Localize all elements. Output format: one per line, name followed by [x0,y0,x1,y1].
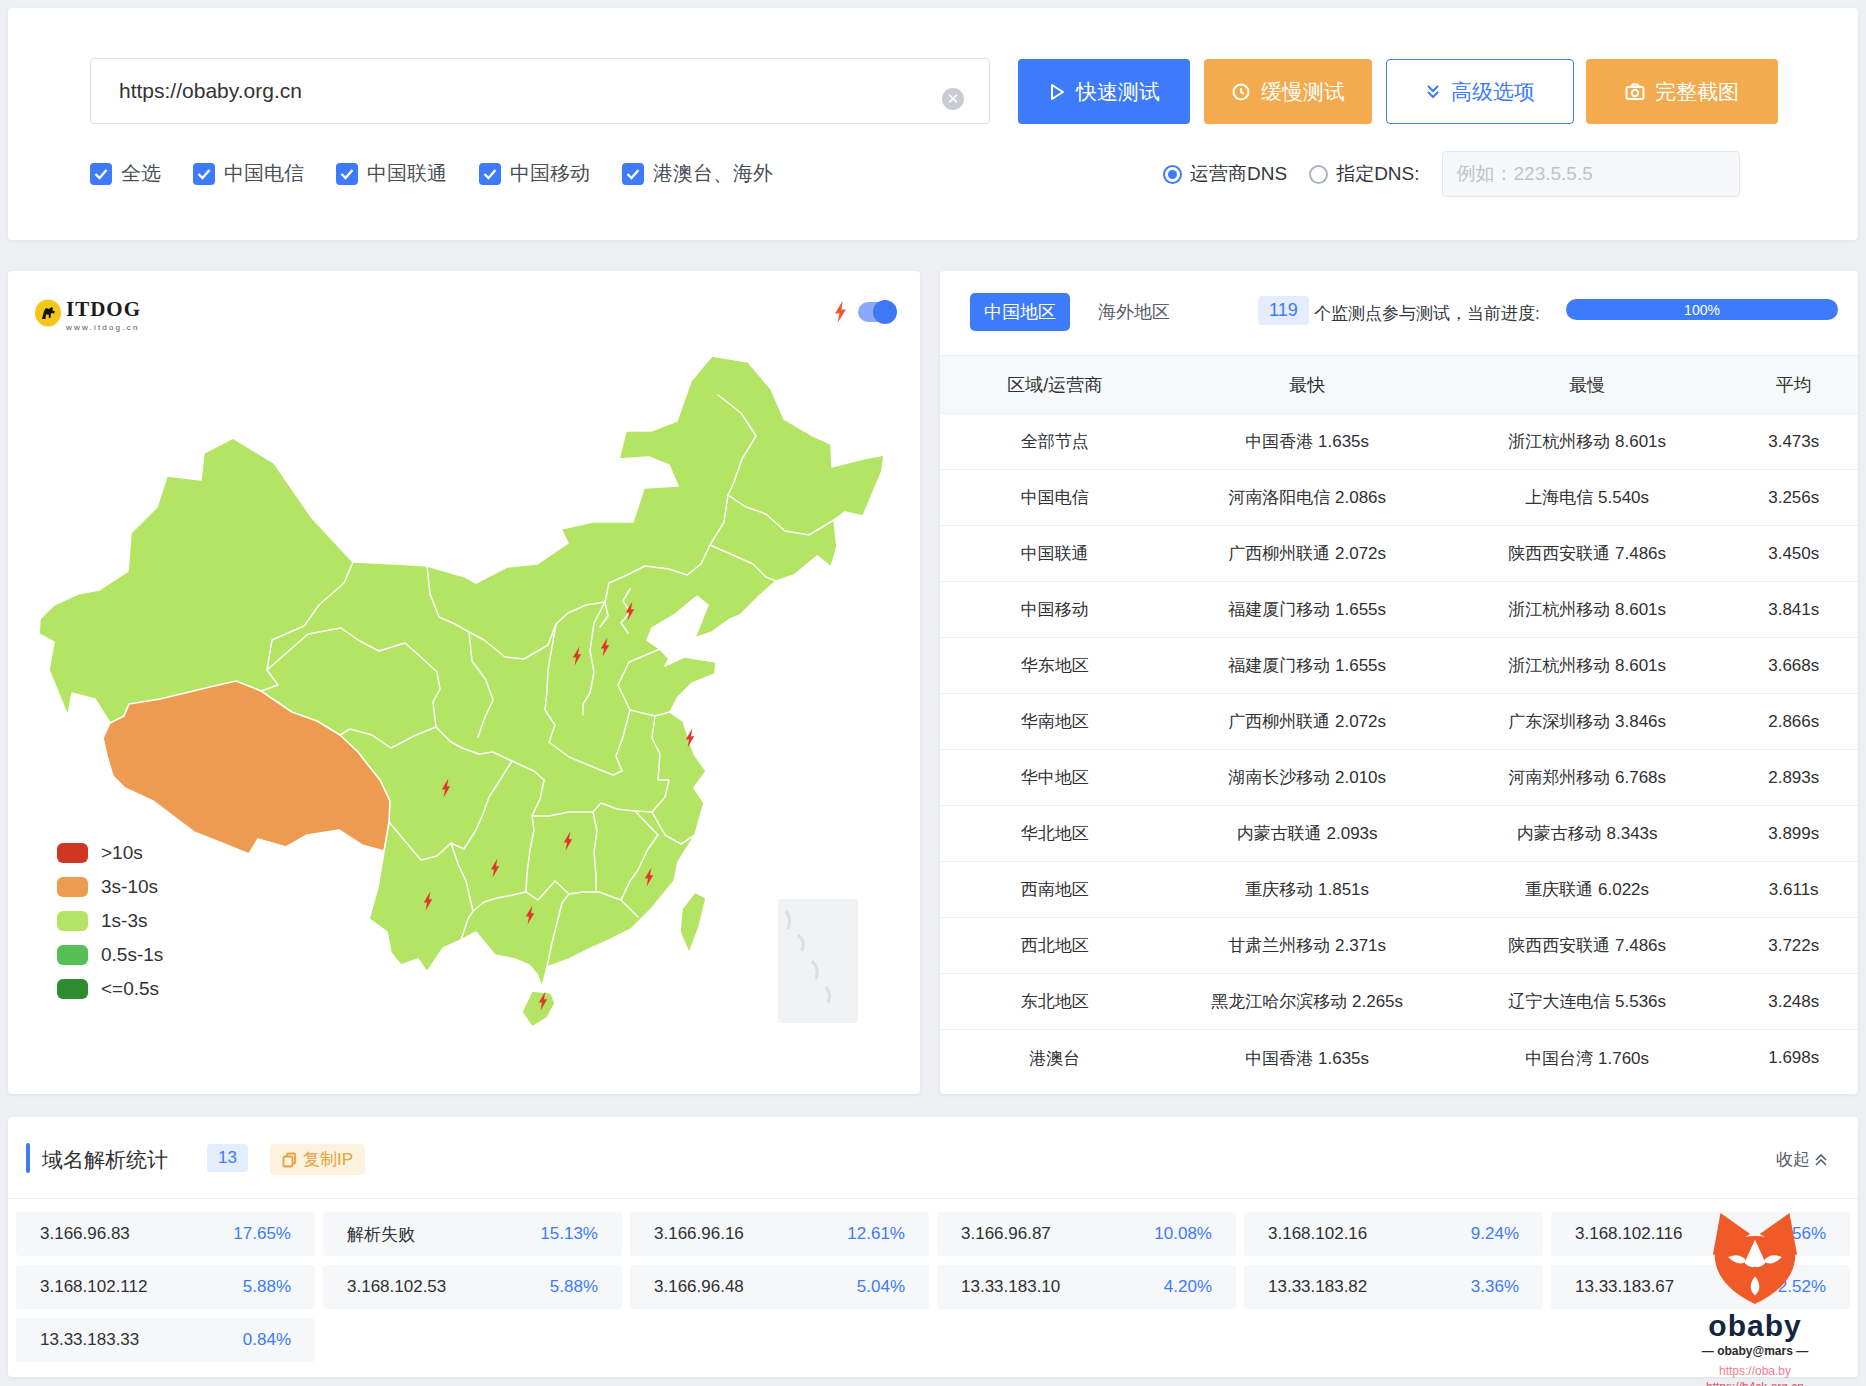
legend-swatch-lightgreen [57,911,88,931]
collapse-button[interactable]: 收起 [1776,1148,1828,1171]
dns-stats-card: 域名解析统计 13 复制IP 收起 3.166.96.8317.65% 解析失败… [8,1117,1858,1377]
table-row[interactable]: 西南地区重庆移动 1.851s重庆联通 6.022s3.611s [940,862,1858,918]
legend-swatch-orange [57,877,88,897]
ip-stat-cell[interactable]: 3.166.96.8710.08% [937,1212,1236,1256]
ip-stat-cell[interactable]: 3.168.102.169.24% [1244,1212,1543,1256]
ip-stat-cell[interactable]: 3.166.96.485.04% [630,1265,929,1309]
map-inset-south-china-sea [778,899,858,1023]
table-row[interactable]: 中国联通广西柳州联通 2.072s陕西西安联通 7.486s3.450s [940,526,1858,582]
toggle-track[interactable] [858,302,894,322]
test-toolbar-card: https://obaby.org.cn ✕ 快速测试 缓慢测试 高级选项 完整… [8,8,1858,240]
ip-stat-cell[interactable]: 13.33.183.330.84% [16,1318,315,1362]
checkbox-checked-icon [336,163,358,185]
checkbox-china-mobile[interactable]: 中国移动 [479,160,590,187]
copy-ip-button[interactable]: 复制IP [270,1144,365,1175]
dns-stats-title: 域名解析统计 [42,1146,168,1174]
obaby-watermark: obaby — obaby@mars — https://oba.by http… [1680,1213,1830,1386]
clear-url-icon[interactable]: ✕ [942,88,964,110]
checkbox-checked-icon [622,163,644,185]
map-speed-toggle[interactable] [833,300,894,324]
itdog-dog-icon [34,299,62,327]
table-row[interactable]: 华中地区湖南长沙移动 2.010s河南郑州移动 6.768s2.893s [940,750,1858,806]
map-mainland [39,356,884,987]
checkbox-china-telecom[interactable]: 中国电信 [193,160,304,187]
double-chevron-up-icon [1814,1152,1828,1168]
table-row[interactable]: 西北地区甘肃兰州移动 2.371s陕西西安联通 7.486s3.722s [940,918,1858,974]
ip-stat-cell[interactable]: 3.168.102.1125.88% [16,1265,315,1309]
checkbox-checked-icon [90,163,112,185]
copy-icon [282,1152,297,1168]
progress-bar: 100% [1566,299,1838,320]
checkbox-overseas[interactable]: 港澳台、海外 [622,160,773,187]
ip-stat-cell[interactable]: 3.166.96.8317.65% [16,1212,315,1256]
ip-stat-cell[interactable]: 3.168.102.535.88% [323,1265,622,1309]
fast-test-button[interactable]: 快速测试 [1018,59,1190,124]
legend-swatch-green [57,945,88,965]
table-row[interactable]: 东北地区黑龙江哈尔滨移动 2.265s辽宁大连电信 5.536s3.248s [940,974,1858,1030]
lightning-icon [833,300,848,324]
timer-icon [1231,82,1251,102]
region-tabs: 中国地区 海外地区 [970,293,1184,331]
advanced-options-button[interactable]: 高级选项 [1386,59,1574,124]
camera-icon [1625,82,1645,102]
ip-stat-cell[interactable]: 13.33.183.823.36% [1244,1265,1543,1309]
monitor-caption: 个监测点参与测试，当前进度: [1314,302,1540,325]
checkbox-checked-icon [479,163,501,185]
ip-count-badge: 13 [207,1144,248,1172]
table-header-row: 区域/运营商 最快 最慢 平均 [940,355,1858,414]
checkbox-select-all[interactable]: 全选 [90,160,161,187]
ip-stat-cell[interactable]: 13.33.183.104.20% [937,1265,1236,1309]
monitor-count-badge: 119 [1258,296,1309,325]
itdog-logo: ITDOG www.itdog.cn [34,299,141,332]
map-legend: >10s 3s-10s 1s-3s 0.5s-1s <=0.5s [57,843,163,1013]
url-value: https://obaby.org.cn [119,79,302,103]
results-card: 中国地区 海外地区 119 个监测点参与测试，当前进度: 100% 区域/运营商… [940,271,1858,1094]
dns-options-row: 运营商DNS 指定DNS: 例如：223.5.5.5 [1163,147,1740,201]
play-icon [1048,83,1066,101]
table-row[interactable]: 华南地区广西柳州联通 2.072s广东深圳移动 3.846s2.866s [940,694,1858,750]
tab-china-region[interactable]: 中国地区 [970,293,1070,331]
map-region-taiwan [680,892,706,953]
legend-swatch-red [57,843,88,863]
url-input[interactable]: https://obaby.org.cn [90,58,990,124]
ip-stats-grid: 3.166.96.8317.65% 解析失败15.13% 3.166.96.16… [16,1212,1850,1362]
custom-dns-input[interactable]: 例如：223.5.5.5 [1442,151,1740,197]
ip-stat-cell[interactable]: 解析失败15.13% [323,1212,622,1256]
table-row[interactable]: 华北地区内蒙古联通 2.093s内蒙古移动 8.343s3.899s [940,806,1858,862]
toggle-knob[interactable] [873,300,897,324]
accent-bar [26,1143,30,1173]
dns-stats-header: 域名解析统计 13 复制IP 收起 [8,1117,1858,1199]
table-row[interactable]: 华东地区福建厦门移动 1.655s浙江杭州移动 8.601s3.668s [940,638,1858,694]
china-map-card: ITDOG www.itdog.cn >10s 3s-10s 1s-3s 0.5… [8,271,920,1094]
isp-checkbox-row: 全选 中国电信 中国联通 中国移动 港澳台、海外 [90,160,805,187]
table-row[interactable]: 港澳台中国香港 1.635s中国台湾 1.760s1.698s [940,1030,1858,1086]
checkbox-china-unicom[interactable]: 中国联通 [336,160,447,187]
results-table: 区域/运营商 最快 最慢 平均 全部节点中国香港 1.635s浙江杭州移动 8.… [940,355,1858,1086]
legend-swatch-darkgreen [57,979,88,999]
watermark-link[interactable]: https://h4ck.org.cn [1680,1380,1830,1386]
radio-isp-dns[interactable] [1163,165,1182,184]
tab-overseas-region[interactable]: 海外地区 [1084,293,1184,331]
checkbox-checked-icon [193,163,215,185]
map-region-hainan [522,991,555,1027]
fox-logo-icon [1707,1213,1803,1305]
slow-test-button[interactable]: 缓慢测试 [1204,59,1372,124]
double-chevron-down-icon [1425,83,1441,101]
table-row[interactable]: 中国移动福建厦门移动 1.655s浙江杭州移动 8.601s3.841s [940,582,1858,638]
full-screenshot-button[interactable]: 完整截图 [1586,59,1778,124]
radio-custom-dns[interactable] [1309,165,1328,184]
table-row[interactable]: 中国电信河南洛阳电信 2.086s上海电信 5.540s3.256s [940,470,1858,526]
table-row[interactable]: 全部节点中国香港 1.635s浙江杭州移动 8.601s3.473s [940,414,1858,470]
watermark-link[interactable]: https://oba.by [1680,1364,1830,1378]
ip-stat-cell[interactable]: 3.166.96.1612.61% [630,1212,929,1256]
